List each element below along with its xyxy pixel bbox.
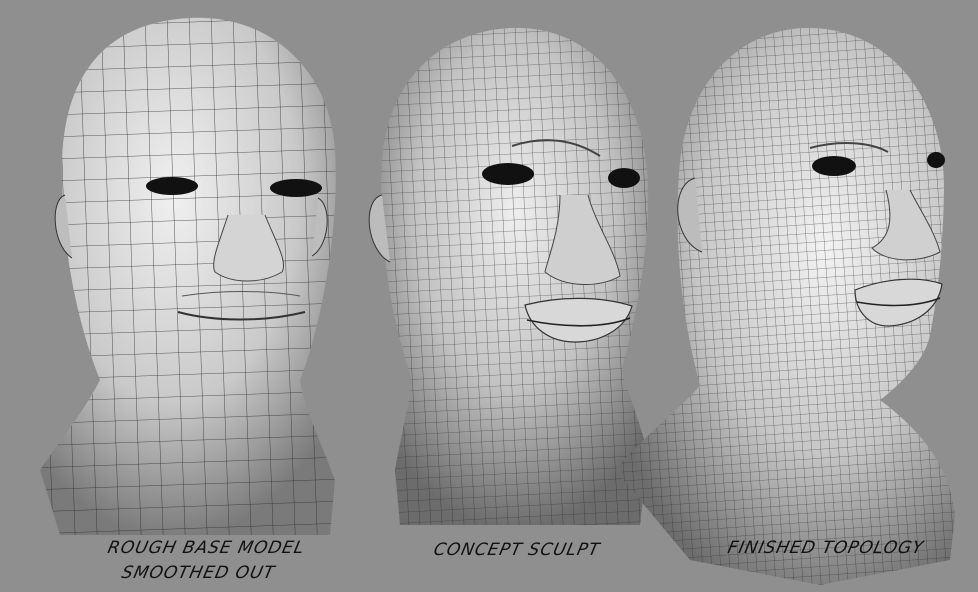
left-eye-hole (812, 156, 856, 176)
caption-rough-base-line1: ROUGH BASE MODEL (105, 538, 307, 558)
caption-concept-sculpt: CONCEPT SCULPT (431, 540, 602, 560)
caption-finished-topology: FINISHED TOPOLOGY (725, 538, 926, 558)
right-eye-hole (927, 152, 945, 168)
caption-rough-base-line2: SMOOTHED OUT (119, 563, 277, 583)
head-topology-comparison: ROUGH BASE MODEL SMOOTHED OUT CONCEPT SC… (0, 0, 978, 592)
finished-topology-head-render (615, 27, 955, 585)
